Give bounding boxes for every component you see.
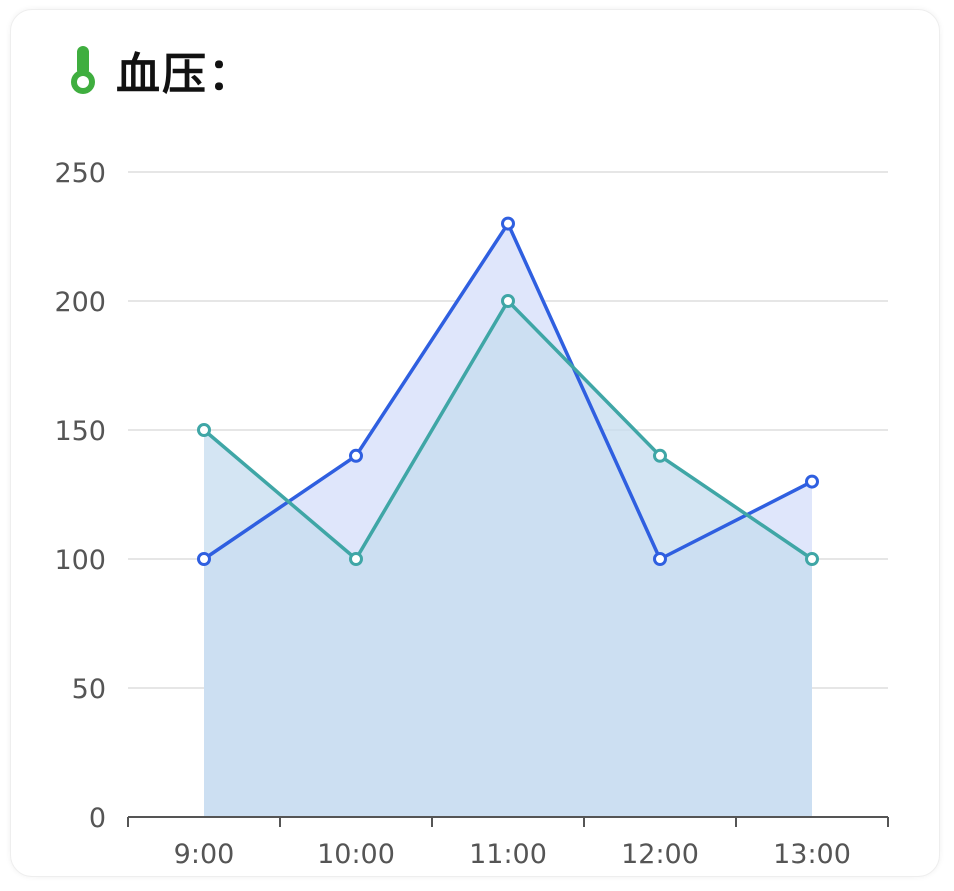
y-tick-label: 250 [54, 158, 106, 189]
x-tick-label: 12:00 [621, 839, 699, 870]
data-point [197, 423, 211, 437]
data-point [501, 294, 515, 308]
data-point [349, 448, 363, 463]
data-point [349, 552, 363, 566]
y-tick-label: 150 [54, 416, 106, 447]
data-point [653, 448, 667, 463]
data-point [197, 552, 211, 566]
y-tick-label: 0 [89, 803, 106, 834]
y-tick-label: 50 [72, 674, 106, 705]
x-tick-label: 9:00 [174, 839, 235, 870]
x-tick-label: 13:00 [773, 839, 851, 870]
blood-pressure-chart: 0 50 100 150 200 250 9:00 10:00 11:00 12:00 13:00 [54, 158, 889, 870]
x-tick-label: 10:00 [317, 839, 395, 870]
data-point [805, 474, 819, 489]
series-area [204, 301, 812, 817]
y-tick-label: 100 [54, 545, 106, 576]
y-tick-label: 200 [54, 287, 106, 318]
data-point [653, 552, 667, 566]
x-tick-label: 11:00 [469, 839, 547, 870]
data-point [805, 552, 819, 566]
data-point [501, 216, 515, 231]
